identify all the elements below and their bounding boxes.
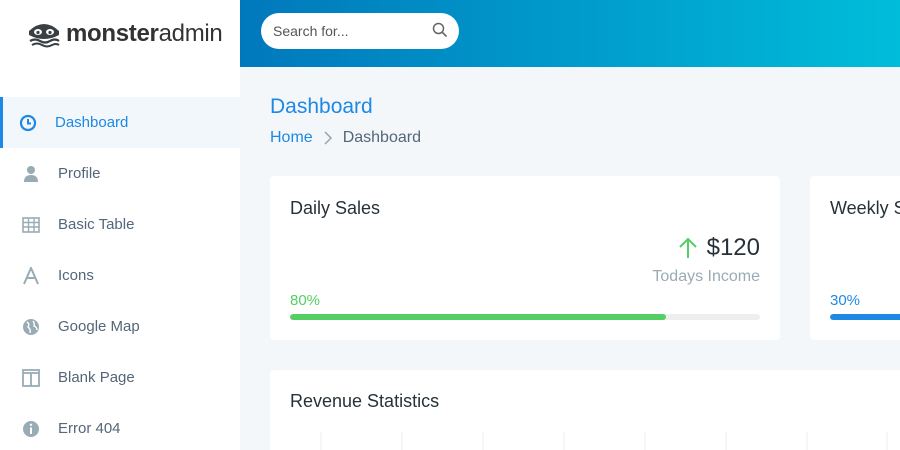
user-icon (21, 164, 41, 184)
info-icon (21, 419, 41, 439)
daily-income: $120 (677, 234, 760, 262)
progress-percent: 30% (830, 292, 861, 309)
sidebar-item-label: Basic Table (58, 216, 135, 233)
brand-logo[interactable]: monsteradmin (0, 0, 240, 67)
sidebar-item-dashboard[interactable]: Dashboard (0, 97, 240, 148)
breadcrumb: Home Dashboard (270, 129, 421, 147)
brand-name-strong: monster (66, 19, 159, 47)
income-amount: $120 (706, 234, 760, 261)
sidebar-item-label: Dashboard (55, 114, 129, 131)
sidebar-item-google-map[interactable]: Google Map (0, 301, 240, 352)
page-title: Dashboard (270, 95, 373, 118)
chart-gridlines (320, 432, 888, 450)
sidebar-item-icons[interactable]: Icons (0, 250, 240, 301)
sidebar-item-label: Profile (58, 165, 101, 182)
sidebar-item-error-404[interactable]: Error 404 (0, 403, 240, 450)
progress-bar-fill (830, 314, 900, 320)
weekly-sales-card: Weekly S 30% (810, 176, 900, 340)
sidebar-nav: Dashboard Profile Basic Table Icons Goog… (0, 97, 240, 450)
search-input[interactable] (273, 23, 423, 39)
sidebar-item-label: Error 404 (58, 420, 121, 437)
sidebar-item-blank-page[interactable]: Blank Page (0, 352, 240, 403)
font-icon (21, 266, 41, 286)
chevron-right-icon (323, 131, 333, 145)
card-title: Revenue Statistics (290, 391, 440, 411)
progress-bar-fill (290, 314, 666, 320)
sidebar-item-label: Google Map (58, 318, 140, 335)
progress-bar (290, 314, 760, 320)
income-label: Todays Income (652, 268, 760, 285)
globe-icon (21, 317, 41, 337)
progress-bar (830, 314, 900, 320)
daily-sales-card: Daily Sales $120 Todays Income 80% (270, 176, 780, 340)
breadcrumb-current: Dashboard (342, 129, 421, 146)
sidebar-item-label: Icons (58, 267, 94, 284)
sidebar-item-basic-table[interactable]: Basic Table (0, 199, 240, 250)
sidebar-item-profile[interactable]: Profile (0, 148, 240, 199)
brand-name-light: admin (158, 19, 223, 47)
sidebar: monsteradmin Dashboard Profile Basic Tab… (0, 0, 240, 450)
brand-name: monsteradmin (66, 19, 223, 48)
search-box (261, 13, 459, 49)
clock-icon (18, 113, 38, 133)
breadcrumb-home-link[interactable]: Home (270, 129, 313, 147)
columns-icon (21, 368, 41, 388)
revenue-statistics-card: Revenue Statistics (270, 370, 900, 450)
card-title: Daily Sales (290, 198, 381, 218)
search-icon[interactable] (432, 22, 448, 38)
table-icon (21, 215, 41, 235)
card-title: Weekly S (830, 198, 900, 218)
monster-logo-icon (29, 23, 60, 47)
arrow-up-icon (678, 237, 697, 258)
progress-percent: 80% (290, 292, 321, 309)
sidebar-item-label: Blank Page (58, 369, 135, 386)
topbar (240, 0, 900, 67)
